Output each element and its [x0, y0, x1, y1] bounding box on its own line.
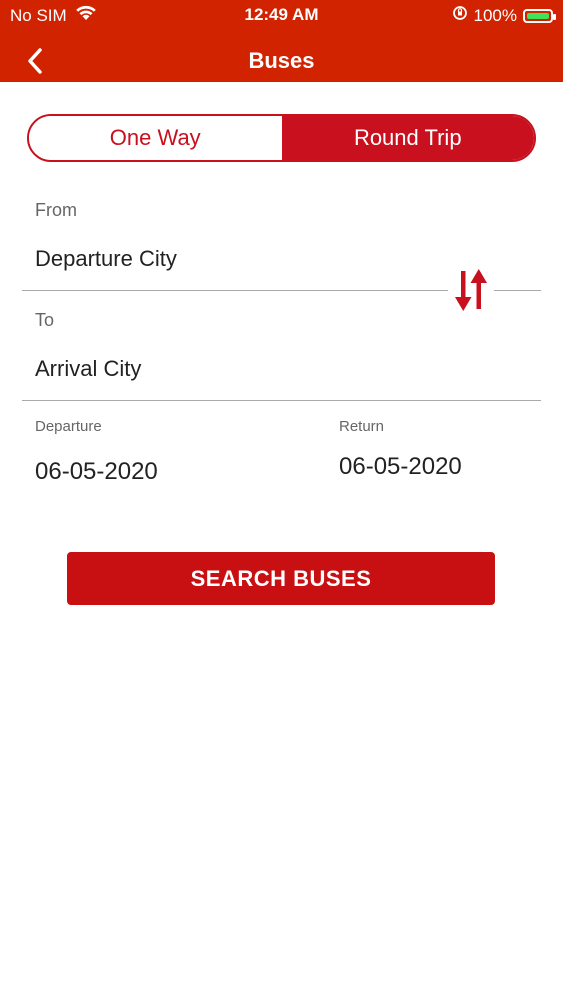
tab-round-trip[interactable]: Round Trip [281, 116, 534, 160]
departure-date-field[interactable]: 06-05-2020 [35, 458, 158, 486]
swap-cities-button[interactable] [448, 266, 494, 318]
from-city-field[interactable]: Departure City [35, 246, 177, 272]
nav-bar: Buses [0, 40, 563, 82]
battery-percent: 100% [473, 5, 517, 25]
to-city-field[interactable]: Arrival City [35, 356, 141, 382]
from-label: From [35, 200, 77, 220]
to-label: To [35, 310, 55, 330]
to-divider [22, 400, 541, 401]
page-title: Buses [248, 48, 315, 73]
status-bar: No SIM 12:49 AM 100% [0, 0, 563, 30]
swap-arrows-icon [451, 267, 491, 318]
return-label: Return [339, 418, 385, 435]
tab-one-way[interactable]: One Way [29, 116, 282, 160]
orientation-lock-icon [452, 5, 468, 26]
return-date-field[interactable]: 06-05-2020 [339, 453, 462, 481]
search-buses-button[interactable]: SEARCH BUSES [67, 552, 495, 605]
departure-label: Departure [35, 418, 102, 435]
battery-icon [523, 8, 556, 23]
trip-type-segmented-control: One Way Round Trip [27, 114, 536, 162]
top-bar: No SIM 12:49 AM 100% Buses [0, 0, 563, 82]
